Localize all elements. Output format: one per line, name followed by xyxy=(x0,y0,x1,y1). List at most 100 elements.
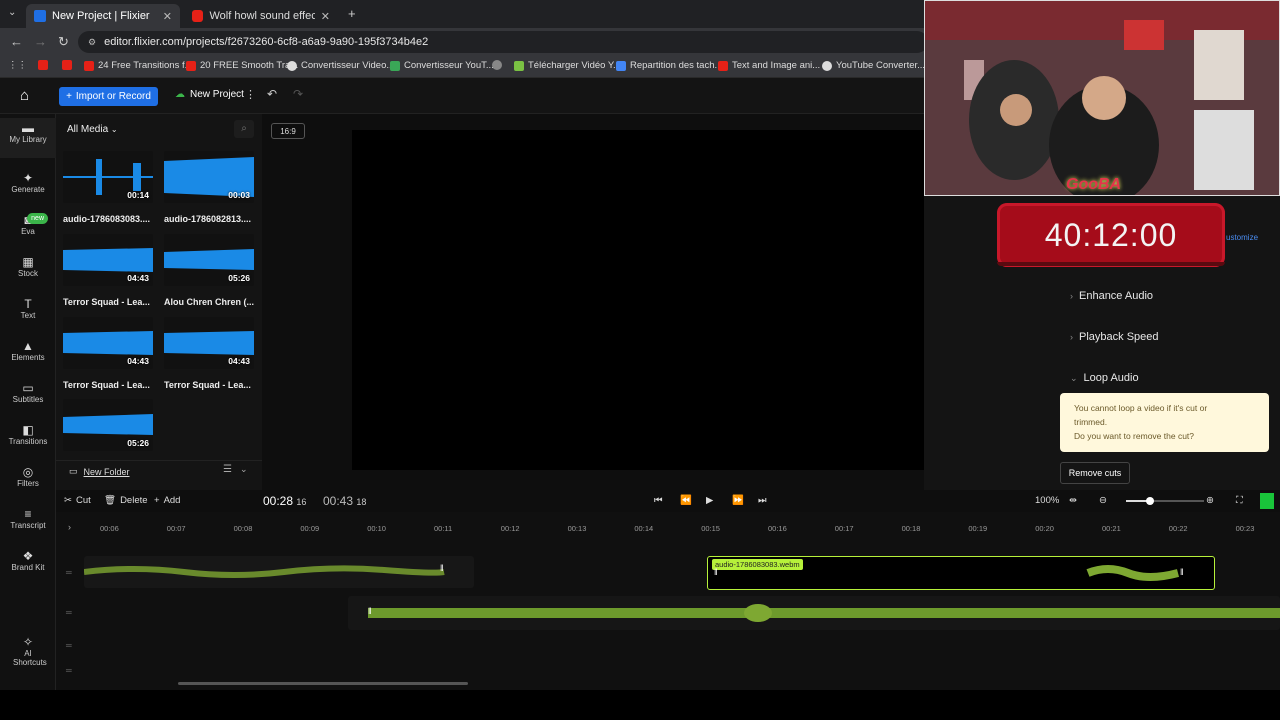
tab-wolf-howl[interactable]: Wolf howl sound effect | night ✕ xyxy=(184,4,338,28)
music-clip[interactable]: ‖ xyxy=(348,596,1280,630)
bookmark-item[interactable] xyxy=(492,60,502,70)
add-button[interactable]: + Add xyxy=(154,495,180,506)
rail-stock[interactable]: ▦ Stock xyxy=(0,256,56,278)
close-tab-icon[interactable]: ✕ xyxy=(321,10,330,23)
drag-handle-icon[interactable]: ═ xyxy=(66,641,72,650)
fit-timeline-icon[interactable]: ⇹ xyxy=(1069,495,1077,506)
search-icon[interactable]: ⌕ xyxy=(234,120,254,138)
media-thumb[interactable]: 04:43 xyxy=(164,317,254,369)
zoom-in-icon[interactable]: ⊕ xyxy=(1206,495,1214,506)
remove-cuts-button[interactable]: Remove cuts xyxy=(1060,462,1130,484)
zoom-out-icon[interactable]: ⊖ xyxy=(1099,495,1107,506)
undo-icon[interactable]: ↶ xyxy=(267,87,277,101)
zoom-slider-thumb[interactable] xyxy=(1146,497,1154,505)
rail-my-library[interactable]: ▬ My Library xyxy=(0,118,56,158)
expand-icon[interactable]: › xyxy=(68,522,71,532)
new-project-button[interactable]: ☁ New Project xyxy=(175,89,244,100)
globe-icon xyxy=(822,60,832,71)
new-badge: new xyxy=(27,213,48,224)
cut-button[interactable]: ✂ Cut xyxy=(64,495,91,506)
cloud-icon: ☁ xyxy=(175,89,185,100)
bookmark-item[interactable]: 24 Free Transitions f... xyxy=(84,60,193,71)
new-folder-button[interactable]: ▭ New Folder xyxy=(69,466,130,477)
play-icon[interactable]: ▶ xyxy=(706,495,713,506)
chevron-down-icon[interactable]: ⌄ xyxy=(240,464,248,475)
clip-handle[interactable]: ‖ xyxy=(440,563,444,573)
media-thumb[interactable]: 05:26 xyxy=(164,234,254,286)
redo-icon[interactable]: ↷ xyxy=(293,87,303,101)
video-canvas[interactable] xyxy=(352,130,959,470)
ruler-tick: 00:15 xyxy=(701,524,720,533)
all-media-dropdown[interactable]: All Media ⌄ xyxy=(67,124,118,135)
rail-filters[interactable]: ◎ Filters xyxy=(0,466,56,488)
skip-start-icon[interactable]: ⏮ xyxy=(654,495,663,506)
media-thumb[interactable]: 04:43 xyxy=(63,317,153,369)
section-enhance-audio[interactable]: › Enhance Audio xyxy=(1070,290,1153,302)
media-thumb[interactable]: 00:14 xyxy=(63,151,153,203)
bookmark-item[interactable]: Télécharger Vidéo Y... xyxy=(514,60,621,71)
rail-eva[interactable]: new◙Eva xyxy=(0,213,56,236)
drag-handle-icon[interactable]: ═ xyxy=(66,666,72,675)
webcam-overlay: GooBA xyxy=(924,0,1280,196)
timeline-scrollbar[interactable] xyxy=(178,682,468,685)
apps-icon[interactable]: ⋮⋮ xyxy=(8,60,27,71)
drag-handle-icon[interactable]: ═ xyxy=(66,608,72,617)
close-tab-icon[interactable]: ✕ xyxy=(163,10,172,23)
bookmark-item[interactable]: YouTube Converter... xyxy=(822,60,925,71)
subtitles-icon: ▭ xyxy=(22,381,34,395)
clip-handle[interactable]: ‖ xyxy=(368,606,372,616)
media-thumb[interactable]: 04:43 xyxy=(63,234,153,286)
rewind-icon[interactable]: ⏪ xyxy=(680,495,692,506)
media-thumb[interactable]: 05:26 xyxy=(63,399,153,451)
plus-icon: + xyxy=(154,495,160,506)
delete-button[interactable]: 🗑︎ Delete xyxy=(104,495,148,506)
zoom-slider[interactable] xyxy=(1126,497,1204,505)
bookmark-youtube[interactable] xyxy=(62,60,72,70)
rail-transcript[interactable]: ≡ Transcript xyxy=(0,507,56,530)
forward-icon[interactable]: → xyxy=(34,34,47,49)
audio-clip-selected[interactable]: audio-1786083083.webm ‖ ‖ xyxy=(707,556,1215,590)
more-options-icon[interactable]: ⋮ xyxy=(245,88,256,101)
customize-link[interactable]: ustomize xyxy=(1226,233,1258,242)
media-thumb[interactable]: 00:03 xyxy=(164,151,254,203)
fullscreen-icon[interactable]: ⛶ xyxy=(1236,495,1243,506)
section-loop-audio[interactable]: ⌄ Loop Audio xyxy=(1070,372,1139,384)
rail-elements[interactable]: ▲ Elements xyxy=(0,340,56,362)
tab-list-icon[interactable]: ⌄ xyxy=(8,7,16,18)
rail-subtitles[interactable]: ▭ Subtitles xyxy=(0,381,56,404)
rail-ai-shortcuts[interactable]: ✧ AI Shortcuts xyxy=(0,636,56,667)
bookmark-item[interactable]: Text and Image ani... xyxy=(718,60,820,71)
reload-icon[interactable]: ↻ xyxy=(58,34,69,50)
rail-generate[interactable]: ✦ Generate xyxy=(0,172,56,194)
clip-handle-right[interactable]: ‖ xyxy=(1180,567,1184,577)
bookmark-youtube[interactable] xyxy=(38,60,48,70)
fast-forward-icon[interactable]: ⏩ xyxy=(732,495,744,506)
url-field[interactable]: ⚙ editor.flixier.com/projects/f2673260-6… xyxy=(78,31,928,53)
sort-icon[interactable]: ☰ xyxy=(223,464,232,475)
aspect-ratio-button[interactable]: 16:9 xyxy=(271,123,305,139)
bookmark-item[interactable]: Repartition des tach... xyxy=(616,60,722,71)
clip-handle-left[interactable]: ‖ xyxy=(714,567,718,577)
home-icon[interactable]: ⌂ xyxy=(20,87,29,104)
doc-icon xyxy=(616,60,626,71)
chevron-down-icon: ⌄ xyxy=(1070,372,1078,383)
import-or-record-button[interactable]: + Import or Record xyxy=(59,87,158,106)
bookmark-item[interactable]: Convertisseur Video... xyxy=(287,60,394,71)
bookmark-item[interactable]: Convertisseur YouT... xyxy=(390,60,494,71)
tab-flixier[interactable]: New Project | Flixier ✕ xyxy=(26,4,180,28)
back-icon[interactable]: ← xyxy=(10,34,23,49)
ruler-tick: 00:19 xyxy=(968,524,988,533)
skip-end-icon[interactable]: ⏭ xyxy=(758,495,767,506)
rail-transitions[interactable]: ◧ Transitions xyxy=(0,424,56,446)
rail-text[interactable]: T Text xyxy=(0,298,56,320)
bookmark-item[interactable]: 20 FREE Smooth Tra... xyxy=(186,60,298,71)
rail-brand-kit[interactable]: ❖ Brand Kit xyxy=(0,550,56,572)
site-info-icon[interactable]: ⚙ xyxy=(88,37,96,48)
new-tab-icon[interactable]: + xyxy=(348,6,356,21)
audio-clip[interactable]: ‖ xyxy=(84,556,474,588)
drag-handle-icon[interactable]: ═ xyxy=(66,568,72,577)
globe-icon xyxy=(492,60,502,70)
section-playback-speed[interactable]: › Playback Speed xyxy=(1070,331,1159,343)
media-label: Terror Squad - Lea... xyxy=(63,380,150,390)
transcript-icon: ≡ xyxy=(24,507,32,521)
